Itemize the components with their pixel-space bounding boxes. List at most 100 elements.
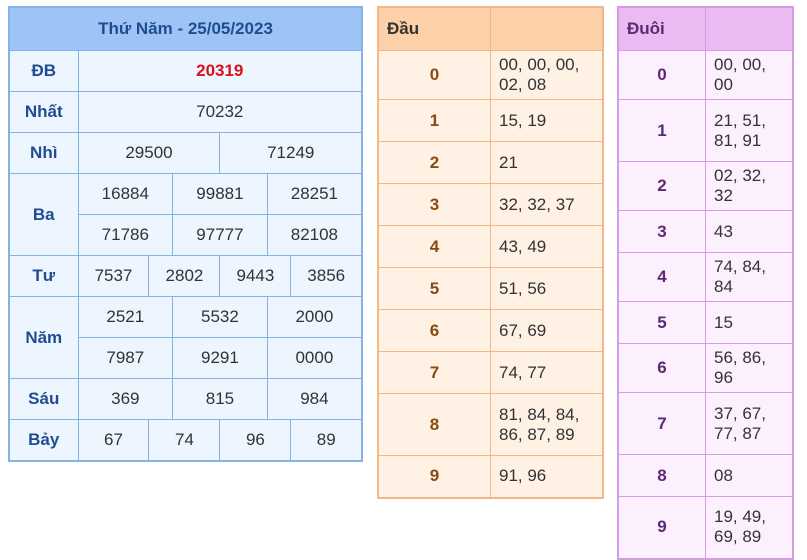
- head-digit: 0: [377, 50, 491, 100]
- tail-title-spacer: [705, 6, 794, 51]
- tail-title: Đuôi: [617, 6, 706, 51]
- prize-label: Tư: [8, 255, 79, 297]
- tail-row: 4 74, 84, 84: [617, 252, 794, 302]
- prize-value: 0000: [266, 337, 363, 379]
- prize-value: 71786: [77, 214, 174, 256]
- head-values: 81, 84, 84, 86, 87, 89: [490, 393, 604, 456]
- head-row: 4 43, 49: [377, 225, 604, 268]
- head-values: 21: [490, 141, 604, 184]
- head-digit: 1: [377, 99, 491, 142]
- tail-values: 37, 67, 77, 87: [705, 392, 794, 455]
- prize-value: 99881: [172, 173, 268, 215]
- head-row: 5 51, 56: [377, 267, 604, 310]
- prize-value: 71249: [219, 132, 363, 174]
- prize-value: 2802: [148, 255, 221, 297]
- prize-label: Nhất: [8, 91, 79, 133]
- prize-value: 369: [77, 378, 174, 420]
- head-row: 8 81, 84, 84, 86, 87, 89: [377, 393, 604, 456]
- tail-row: 1 21, 51, 81, 91: [617, 99, 794, 162]
- prize-row-ba: Ba 16884 99881 28251: [8, 173, 363, 256]
- tail-values: 08: [705, 454, 794, 497]
- results-title: Thứ Năm - 25/05/2023: [8, 6, 363, 51]
- tail-row: 7 37, 67, 77, 87: [617, 392, 794, 455]
- head-row: 1 15, 19: [377, 99, 604, 142]
- tail-digit: 8: [617, 454, 706, 497]
- head-row: 7 74, 77: [377, 351, 604, 394]
- tail-digit: 5: [617, 301, 706, 344]
- prize-label: Sáu: [8, 378, 79, 420]
- prize-row-nhi: Nhì 29500 71249: [8, 132, 363, 174]
- head-digit: 8: [377, 393, 491, 456]
- head-row: 2 21: [377, 141, 604, 184]
- prize-value: 96: [219, 419, 292, 461]
- head-title: Đầu: [377, 6, 491, 51]
- tail-values: 74, 84, 84: [705, 252, 794, 302]
- tail-row: 2 02, 32, 32: [617, 161, 794, 211]
- tail-values: 15: [705, 301, 794, 344]
- tail-values: 21, 51, 81, 91: [705, 99, 794, 162]
- prize-value: 82108: [266, 214, 363, 256]
- tail-digit: 9: [617, 496, 706, 559]
- tail-digit: 0: [617, 50, 706, 100]
- tail-digit-table: Đuôi 0 00, 00, 00 1 21, 51, 81, 91 2 02, 32…: [617, 6, 794, 560]
- prize-row-nhat: Nhất 70232: [8, 91, 363, 133]
- prize-row-db: ĐB 20319: [8, 50, 363, 92]
- prize-value: 97777: [172, 214, 268, 256]
- head-values: 91, 96: [490, 455, 604, 498]
- prize-value: 7537: [77, 255, 150, 297]
- prize-label: Nhì: [8, 132, 79, 174]
- prize-row-nam: Năm 2521 5532 2000: [8, 296, 363, 379]
- tail-values: 43: [705, 210, 794, 253]
- prize-label: Ba: [8, 173, 79, 256]
- prize-value: 29500: [77, 132, 221, 174]
- head-digit: 9: [377, 455, 491, 498]
- tail-row: 6 56, 86, 96: [617, 343, 794, 393]
- prize-value: 2521: [77, 296, 174, 338]
- head-values: 00, 00, 00, 02, 08: [490, 50, 604, 100]
- head-digit: 4: [377, 225, 491, 268]
- head-values: 43, 49: [490, 225, 604, 268]
- prize-row-bay: Bảy 67 74 96 89: [8, 419, 363, 461]
- tail-digit: 1: [617, 99, 706, 162]
- prize-value: 2000: [266, 296, 363, 338]
- head-digit: 7: [377, 351, 491, 394]
- special-prize-value: 20319: [77, 50, 363, 92]
- head-digit-table: Đầu 0 00, 00, 00, 02, 08 1 15, 19 2 21 3 32,…: [377, 6, 604, 499]
- head-row: 9 91, 96: [377, 455, 604, 498]
- head-values: 15, 19: [490, 99, 604, 142]
- prize-value: 815: [172, 378, 268, 420]
- prize-label: Năm: [8, 296, 79, 379]
- prize-label: ĐB: [8, 50, 79, 92]
- tail-values: 00, 00, 00: [705, 50, 794, 100]
- prize-value: 70232: [77, 91, 363, 133]
- tail-digit: 6: [617, 343, 706, 393]
- prize-value: 28251: [266, 173, 363, 215]
- prize-value: 7987: [77, 337, 174, 379]
- head-values: 74, 77: [490, 351, 604, 394]
- tail-digit: 7: [617, 392, 706, 455]
- prize-value: 16884: [77, 173, 174, 215]
- prize-value: 67: [77, 419, 150, 461]
- head-digit: 5: [377, 267, 491, 310]
- prize-row-sau: Sáu 369 815 984: [8, 378, 363, 420]
- head-values: 67, 69: [490, 309, 604, 352]
- head-digit: 6: [377, 309, 491, 352]
- lottery-results-table: Thứ Năm - 25/05/2023 ĐB 20319 Nhất 70232…: [8, 6, 363, 462]
- head-row: 3 32, 32, 37: [377, 183, 604, 226]
- prize-row-tu: Tư 7537 2802 9443 3856: [8, 255, 363, 297]
- head-values: 51, 56: [490, 267, 604, 310]
- prize-value: 3856: [290, 255, 363, 297]
- tail-digit: 4: [617, 252, 706, 302]
- head-row: 6 67, 69: [377, 309, 604, 352]
- head-title-spacer: [490, 6, 604, 51]
- tail-row: 8 08: [617, 454, 794, 497]
- tail-values: 02, 32, 32: [705, 161, 794, 211]
- tail-values: 56, 86, 96: [705, 343, 794, 393]
- prize-value: 9291: [172, 337, 268, 379]
- prize-value: 9443: [219, 255, 292, 297]
- prize-label: Bảy: [8, 419, 79, 461]
- head-values: 32, 32, 37: [490, 183, 604, 226]
- prize-value: 74: [148, 419, 221, 461]
- prize-value: 89: [290, 419, 363, 461]
- prize-value: 5532: [172, 296, 268, 338]
